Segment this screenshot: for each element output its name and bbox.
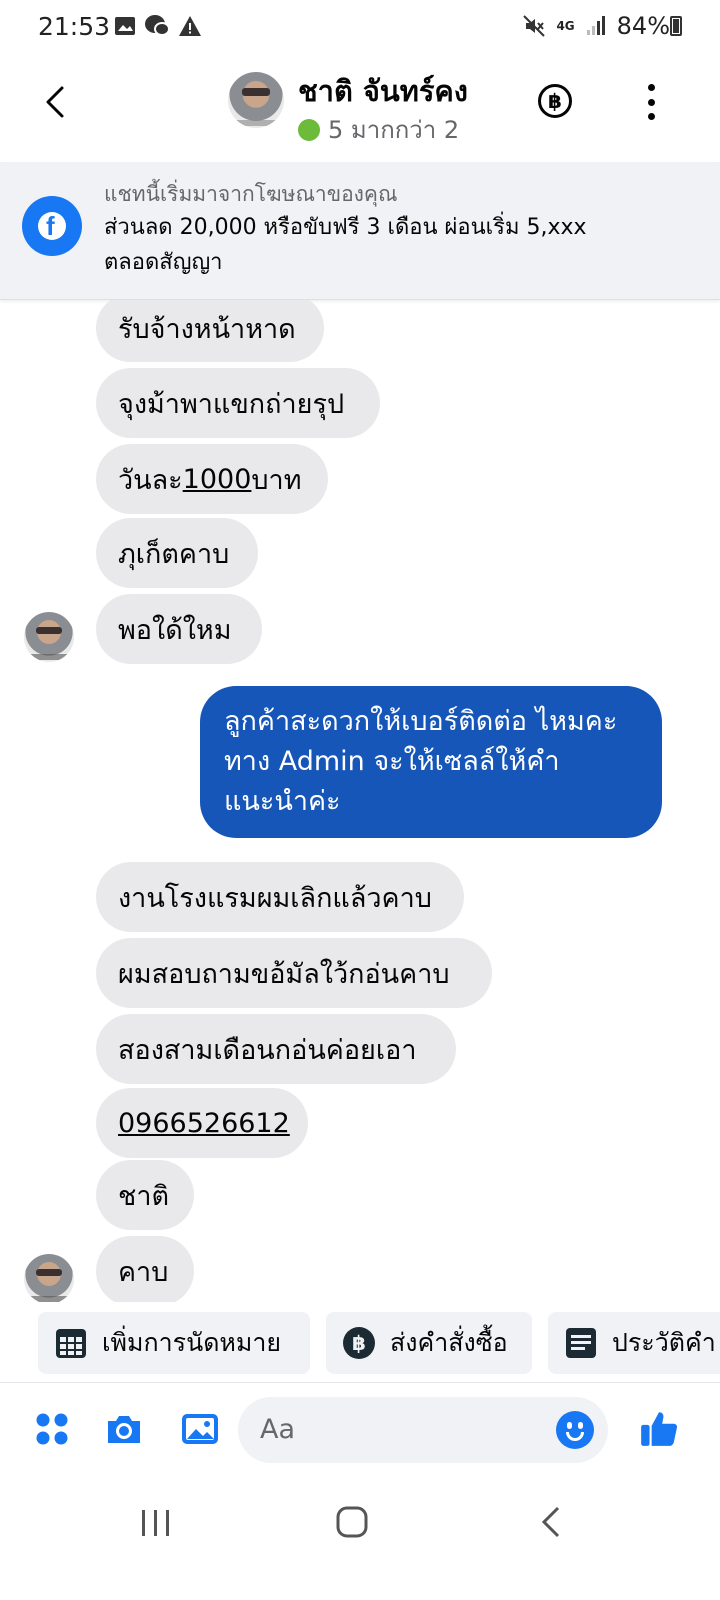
message-bubble[interactable]: รับจ้างหน้าหาด xyxy=(96,300,324,362)
camera-icon[interactable] xyxy=(104,1409,144,1449)
contact-avatar-small[interactable] xyxy=(24,1254,74,1302)
message-text: ลูกค้าสะดวกให้เบอร์ติดต่อ ไหมคะ ทาง Admi… xyxy=(224,706,618,817)
message-text: พอใด้ใหม xyxy=(118,614,232,646)
svg-text:฿: ฿ xyxy=(352,1331,366,1355)
message-text: คาบ xyxy=(118,1256,169,1288)
message-bubble[interactable]: สองสามเดือนกอ่นค่อยเอา xyxy=(96,1014,456,1084)
message-bubble[interactable]: ชาติ xyxy=(96,1160,194,1230)
history-button[interactable]: ประวัติคำ xyxy=(548,1312,720,1374)
recent-apps-icon[interactable] xyxy=(136,1502,176,1542)
message-list[interactable]: รับจ้างหน้าหาด จุงม้าพาแขกถ่ายรุป วันละ 1… xyxy=(0,300,720,1302)
ad-body-line1: ส่วนลด 20,000 หรือขับฟรี 3 เดือน ผ่อนเริ… xyxy=(104,215,587,240)
status-right: 4G 84% xyxy=(522,12,670,40)
payment-baht-button[interactable]: ฿ xyxy=(538,84,572,118)
message-text: บาท xyxy=(251,464,302,496)
emoji-icon[interactable] xyxy=(556,1411,594,1449)
message-composer: Aa xyxy=(0,1382,720,1482)
quick-actions-bar: เพิ่มการนัดหมาย ฿ ส่งคำสั่งซื้อ ประวัติค… xyxy=(0,1312,720,1374)
contact-name[interactable]: ชาติ จันทร์คง xyxy=(298,68,468,114)
status-time: 21:53 xyxy=(38,12,111,41)
message-text: ชาติ xyxy=(118,1180,170,1212)
message-text: จุงม้าพาแขกถ่ายรุป xyxy=(118,388,345,420)
online-status-dot xyxy=(298,118,320,141)
battery-percent: 84% xyxy=(616,12,670,40)
system-back-icon[interactable] xyxy=(532,1502,572,1542)
message-bubble[interactable]: จุงม้าพาแขกถ่ายรุป xyxy=(96,368,380,438)
message-text: งานโรงแรมผมเลิกแล้วคาบ xyxy=(118,882,432,914)
receipt-icon xyxy=(566,1328,596,1358)
message-text: ภุเก็ตคาบ xyxy=(118,538,230,570)
facebook-icon xyxy=(22,196,82,256)
gallery-icon[interactable] xyxy=(180,1409,220,1449)
message-bubble[interactable]: ภุเก็ตคาบ xyxy=(96,518,258,588)
ad-body: ส่วนลด 20,000 หรือขับฟรี 3 เดือน ผ่อนเริ… xyxy=(104,210,684,280)
home-icon[interactable] xyxy=(332,1502,372,1542)
message-text: ผมสอบถามขอ้มัลใว้กอ่นคาบ xyxy=(118,958,450,990)
send-order-button[interactable]: ฿ ส่งคำสั่งซื้อ xyxy=(326,1312,532,1374)
message-bubble[interactable]: คาบ xyxy=(96,1236,194,1302)
message-bubble[interactable]: ผมสอบถามขอ้มัลใว้กอ่นคาบ xyxy=(96,938,492,1008)
message-text: รับจ้างหน้าหาด xyxy=(118,313,296,345)
contact-avatar-small[interactable] xyxy=(24,612,74,662)
alert-notification-icon xyxy=(179,16,201,36)
menu-grid-icon[interactable] xyxy=(32,1409,72,1449)
message-input-placeholder: Aa xyxy=(260,1414,296,1445)
message-bubble[interactable]: 0966526612 xyxy=(96,1088,308,1158)
ad-subtitle: แชทนี้เริ่มมาจากโฆษณาของคุณ xyxy=(104,182,398,206)
message-text: สองสามเดือนกอ่นค่อยเอา xyxy=(118,1034,417,1066)
messenger-notification-icon xyxy=(145,15,170,36)
status-bar: 21:53 4G 84% xyxy=(0,0,720,54)
chat-header: ชาติ จันทร์คง 5 มากกว่า 2 ฿ xyxy=(0,54,720,162)
back-arrow-icon[interactable] xyxy=(36,82,76,122)
message-bubble[interactable]: งานโรงแรมผมเลิกแล้วคาบ xyxy=(96,862,464,932)
message-bubble[interactable]: พอใด้ใหม xyxy=(96,594,262,664)
phone-number-link[interactable]: 0966526612 xyxy=(118,1108,290,1139)
ad-origin-banner[interactable]: แชทนี้เริ่มมาจากโฆษณาของคุณ ส่วนลด 20,00… xyxy=(0,162,720,300)
mute-icon xyxy=(523,15,546,37)
message-bubble[interactable]: วันละ 1000 บาท xyxy=(96,444,328,514)
message-input[interactable]: Aa xyxy=(238,1397,608,1463)
outgoing-message-bubble[interactable]: ลูกค้าสะดวกให้เบอร์ติดต่อ ไหมคะ ทาง Admi… xyxy=(200,686,662,838)
message-text: วันละ xyxy=(118,464,183,496)
signal-icon xyxy=(586,16,605,35)
contact-avatar[interactable] xyxy=(228,72,284,128)
history-label: ประวัติคำ xyxy=(612,1328,716,1357)
presence-row: 5 มากกว่า 2 xyxy=(298,110,459,149)
add-appointment-button[interactable]: เพิ่มการนัดหมาย xyxy=(38,1312,310,1374)
baht-icon: ฿ xyxy=(343,1327,375,1359)
add-appointment-label: เพิ่มการนัดหมาย xyxy=(102,1328,282,1357)
gallery-notification-icon xyxy=(115,17,135,35)
calendar-icon xyxy=(56,1329,86,1358)
system-navigation-bar xyxy=(0,1482,720,1600)
ad-body-line2: ตลอดสัญญา xyxy=(104,250,223,275)
network-type: 4G xyxy=(556,19,575,33)
battery-icon xyxy=(670,16,682,36)
thumbs-up-icon[interactable] xyxy=(638,1407,680,1449)
presence-text: 5 มากกว่า 2 xyxy=(328,116,460,144)
send-order-label: ส่งคำสั่งซื้อ xyxy=(390,1328,508,1357)
message-link[interactable]: 1000 xyxy=(183,464,252,495)
more-options-icon[interactable] xyxy=(646,84,656,120)
notification-icons xyxy=(114,14,202,38)
